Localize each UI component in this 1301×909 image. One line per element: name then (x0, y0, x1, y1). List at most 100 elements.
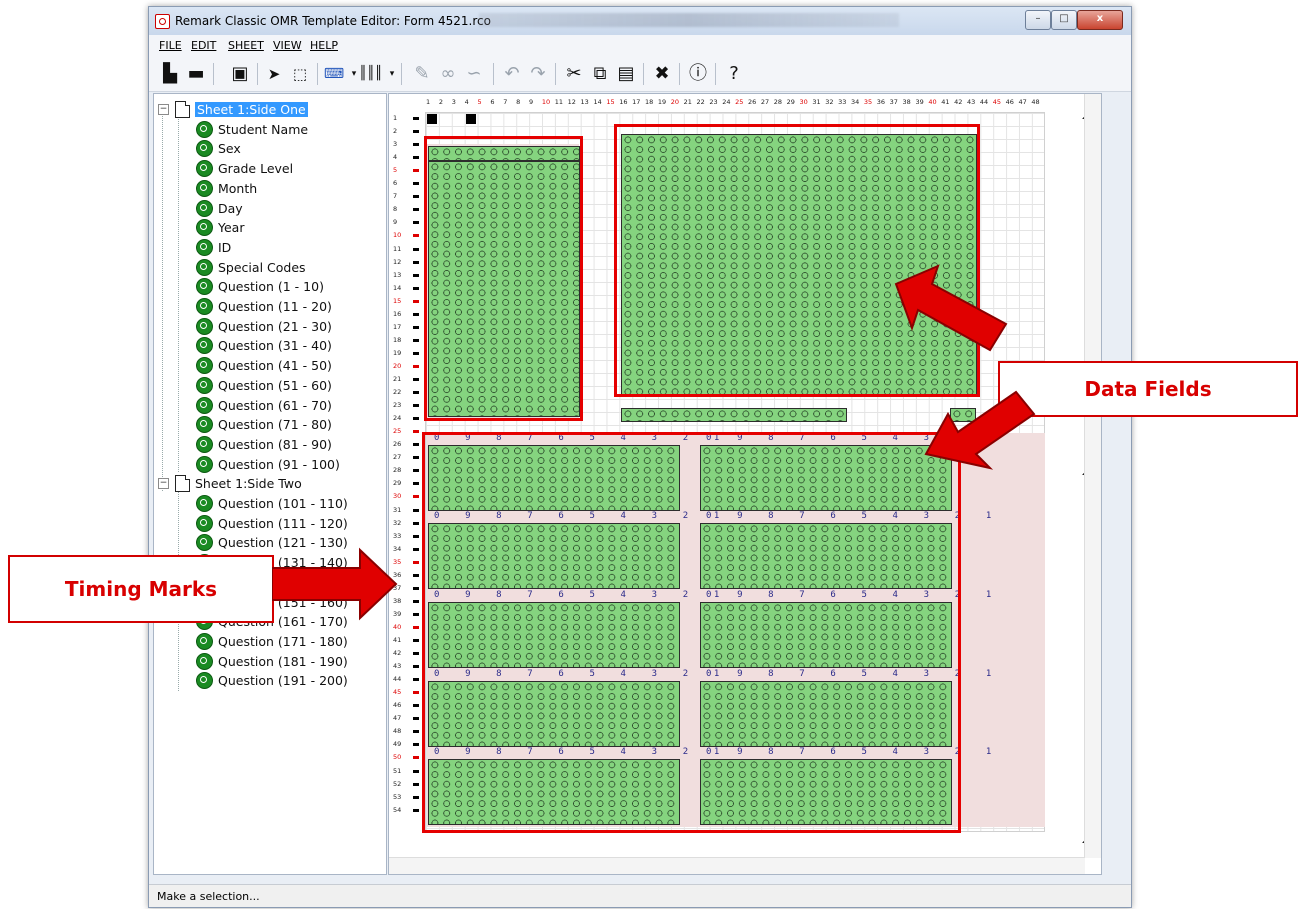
ruler-column-label: 27 (760, 98, 770, 106)
tree-field-node[interactable]: Question (1 - 10) (196, 277, 324, 296)
timing-mark (413, 769, 419, 773)
timing-mark (413, 704, 419, 708)
tree-field-node[interactable]: Question (181 - 190) (196, 652, 348, 671)
ruler-column-label: 29 (786, 98, 795, 106)
tree-field-label: Question (41 - 50) (218, 358, 332, 374)
open-folder-icon[interactable]: ▬ (185, 63, 207, 85)
timing-mark (413, 691, 419, 695)
tree-field-node[interactable]: Day (196, 199, 243, 218)
menu-sheet[interactable]: SHEET (228, 39, 264, 52)
tree-field-label: Question (71 - 80) (218, 417, 332, 433)
redo-icon[interactable]: ↷ (527, 63, 549, 85)
menu-edit[interactable]: EDIT (191, 39, 216, 52)
special-codes-field[interactable] (621, 408, 847, 422)
field-icon (196, 317, 213, 335)
ruler-column-label: 5 (477, 98, 482, 106)
tree-field-node[interactable]: ID (196, 238, 231, 257)
tree-field-node[interactable]: Question (81 - 90) (196, 435, 332, 454)
ruler-column-label: 10 (541, 98, 551, 106)
toolbar: ▙ ▬ ▣ ➤ ⬚ ⌨ ▾ ║║║ ▾ ✎ ∞ ∽ ↶ ↷ ✂ ⧉ ▤ ✖ ⓘ … (149, 55, 1131, 92)
timing-mark (413, 325, 419, 329)
paste-icon[interactable]: ▤ (615, 63, 637, 85)
tree-field-node[interactable]: Question (51 - 60) (196, 376, 332, 395)
tree-field-node[interactable]: Year (196, 218, 244, 237)
field-icon (196, 120, 213, 138)
timing-mark (413, 364, 419, 368)
collapse-icon[interactable]: − (158, 478, 169, 490)
timing-mark (413, 599, 419, 603)
background-blur (479, 13, 899, 27)
keyboard-icon[interactable]: ⌨ (323, 63, 345, 85)
ruler-column-label: 41 (941, 98, 950, 106)
barcode-dropdown-icon[interactable]: ▾ (381, 63, 403, 85)
ruler-row-label: 54 (393, 805, 402, 814)
tree-field-node[interactable]: Grade Level (196, 159, 293, 178)
close-button[interactable]: x (1077, 10, 1123, 30)
ruler-row-label: 30 (393, 492, 402, 501)
pointer-icon[interactable]: ➤ (263, 63, 285, 85)
timing-mark (413, 286, 419, 290)
tree-field-node[interactable]: Question (11 - 20) (196, 297, 332, 316)
tree-field-node[interactable]: Special Codes (196, 258, 306, 277)
link-icon[interactable]: ∞ (437, 63, 459, 85)
tree-field-node[interactable]: Question (31 - 40) (196, 336, 332, 355)
tree-field-node[interactable]: Question (71 - 80) (196, 415, 332, 434)
tree-field-node[interactable]: Question (171 - 180) (196, 632, 348, 651)
field-icon (196, 258, 213, 276)
tree-field-node[interactable]: Question (41 - 50) (196, 356, 332, 375)
tree-field-node[interactable]: Question (111 - 120) (196, 514, 348, 533)
tree-sheet-node[interactable]: − Sheet 1:Side One (158, 100, 308, 119)
tree-sheet-node[interactable]: − Sheet 1:Side Two (158, 474, 302, 493)
template-tree: − Sheet 1:Side One Student Name Sex Grade Le… (153, 93, 387, 875)
collapse-icon[interactable]: − (158, 104, 169, 115)
undo-icon[interactable]: ↶ (501, 63, 523, 85)
minimize-button[interactable]: – (1025, 10, 1051, 30)
tree-field-node[interactable]: Question (91 - 100) (196, 455, 340, 474)
ruler-row-label: 52 (393, 779, 402, 788)
menu-help[interactable]: HELP (310, 39, 338, 52)
menu-view[interactable]: VIEW (273, 39, 302, 52)
tree-field-node[interactable]: Question (61 - 70) (196, 396, 332, 415)
toolbar-separator (643, 63, 644, 85)
tree-field-label: Question (61 - 70) (218, 397, 332, 413)
copy-icon[interactable]: ⧉ (589, 63, 611, 85)
field-icon (196, 160, 213, 178)
ruler-row-label: 33 (393, 531, 402, 540)
tree-field-label: ID (218, 239, 232, 255)
menu-file[interactable]: FILE (159, 39, 182, 52)
tree-field-node[interactable]: Question (21 - 30) (196, 317, 332, 336)
tree-field-node[interactable]: Month (196, 179, 257, 198)
timing-mark (413, 208, 419, 212)
cut-icon[interactable]: ✂ (563, 63, 585, 85)
toolbar-separator (493, 63, 494, 85)
tree-field-label: Month (218, 180, 258, 196)
timing-mark (413, 130, 419, 134)
select-region-icon[interactable]: ⬚ (289, 63, 311, 85)
timing-mark (413, 612, 419, 616)
ruler-row-label: 16 (393, 309, 402, 318)
new-file-icon[interactable]: ▙ (159, 63, 181, 85)
help-icon[interactable]: ? (723, 63, 745, 85)
horizontal-scrollbar[interactable] (389, 857, 1085, 874)
timing-mark (413, 652, 419, 656)
ruler-column-label: 14 (593, 98, 602, 106)
tree-field-node[interactable]: Question (101 - 110) (196, 494, 348, 513)
tree-field-label: Question (181 - 190) (218, 653, 348, 669)
save-icon[interactable]: ▣ (229, 63, 251, 85)
tree-field-label: Question (101 - 110) (218, 496, 348, 511)
maximize-button[interactable]: □ (1051, 10, 1077, 30)
ruler-column-label: 15 (606, 98, 615, 106)
edit-field-icon[interactable]: ✎ (411, 63, 433, 85)
info-icon[interactable]: ⓘ (687, 63, 709, 85)
tree-field-node[interactable]: Question (191 - 200) (196, 671, 348, 690)
barcode-icon[interactable]: ║║║ (359, 63, 382, 85)
timing-mark (413, 469, 419, 473)
tree-field-node[interactable]: Student Name (196, 120, 308, 139)
tree-field-node[interactable]: Sex (196, 139, 241, 158)
field-icon (196, 199, 213, 217)
delete-icon[interactable]: ✖ (651, 63, 673, 85)
vertical-scrollbar[interactable] (1084, 94, 1101, 858)
data-fields-callout: Data Fields (998, 361, 1298, 417)
unlink-icon[interactable]: ∽ (463, 63, 485, 85)
ruler-column-label: 26 (748, 98, 757, 106)
